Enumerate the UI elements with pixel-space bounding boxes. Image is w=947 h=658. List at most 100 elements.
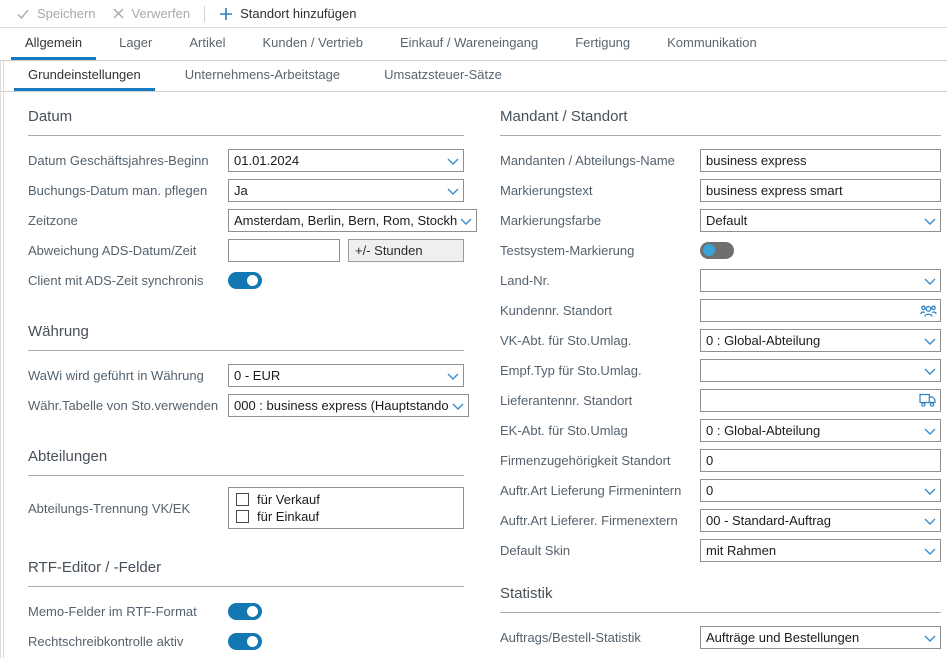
tab-lager[interactable]: Lager — [105, 28, 166, 60]
order-statistics-dropdown[interactable]: Aufträge und Bestellungen — [700, 626, 941, 649]
ads-offset-input[interactable] — [228, 239, 340, 262]
section-title-statistik: Statistik — [500, 585, 941, 613]
field-row-ek-abt: EK-Abt. für Sto.Umlag 0 : Global-Abteilu… — [500, 415, 941, 445]
truck-icon[interactable] — [919, 393, 937, 408]
supplier-number-input[interactable] — [700, 389, 941, 412]
purchase-department-dropdown[interactable]: 0 : Global-Abteilung — [700, 419, 941, 442]
country-number-dropdown[interactable] — [700, 269, 941, 292]
checkbox-row-verkauf: für Verkauf — [236, 492, 456, 507]
company-affiliation-input[interactable] — [700, 449, 941, 472]
field-label: Markierungsfarbe — [500, 213, 700, 228]
chevron-down-icon — [924, 278, 936, 285]
fiscal-year-start-dropdown[interactable]: 01.01.2024 — [228, 149, 464, 172]
field-row-vk-abt: VK-Abt. für Sto.Umlag. 0 : Global-Abteil… — [500, 325, 941, 355]
internal-order-type-dropdown[interactable]: 0 — [700, 479, 941, 502]
verkauf-checkbox[interactable] — [236, 493, 249, 506]
tab-allgemein[interactable]: Allgemein — [11, 28, 96, 60]
add-location-button-label: Standort hinzufügen — [240, 6, 356, 21]
section-title-waehrung: Währung — [28, 323, 464, 351]
tab-fertigung[interactable]: Fertigung — [561, 28, 644, 60]
field-row-rechtschreib-aktiv: Rechtschreibkontrolle aktiv — [28, 626, 464, 656]
chevron-down-icon — [924, 218, 936, 225]
department-split-checkbox-group: für Verkauf für Einkauf — [228, 487, 464, 529]
dropdown-value: Default — [706, 213, 761, 228]
tab-grundeinstellungen[interactable]: Grundeinstellungen — [14, 61, 155, 91]
toolbar: Speichern Verwerfen Standort hinzufügen — [0, 0, 947, 28]
tab-kommunikation[interactable]: Kommunikation — [653, 28, 771, 60]
check-icon — [16, 7, 30, 21]
field-row-wawi-waehrung: WaWi wird geführt in Währung 0 - EUR — [28, 360, 464, 390]
section-title-mandant: Mandant / Standort — [500, 108, 941, 136]
field-label: Zeitzone — [28, 213, 228, 228]
field-row-abteilungs-trennung: Abteilungs-Trennung VK/EK für Verkauf fü… — [28, 485, 464, 531]
default-skin-dropdown[interactable]: mit Rahmen — [700, 539, 941, 562]
tab-umsatzsteuer-saetze[interactable]: Umsatzsteuer-Sätze — [370, 61, 516, 91]
field-row-firmenzugehoerigkeit: Firmenzugehörigkeit Standort — [500, 445, 941, 475]
external-order-type-dropdown[interactable]: 00 - Standard-Auftrag — [700, 509, 941, 532]
currency-table-dropdown[interactable]: 000 : business express (Hauptstando — [228, 394, 469, 417]
company-affiliation-input-field[interactable] — [706, 453, 935, 468]
field-label: Land-Nr. — [500, 273, 700, 288]
chevron-down-icon — [924, 428, 936, 435]
discard-button[interactable]: Verwerfen — [104, 0, 199, 27]
memo-rtf-toggle[interactable] — [228, 603, 262, 620]
field-row-kundennr: Kundennr. Standort — [500, 295, 941, 325]
marker-color-dropdown[interactable]: Default — [700, 209, 941, 232]
chevron-down-icon — [460, 218, 472, 225]
field-label: Rechtschreibkontrolle aktiv — [28, 634, 228, 649]
dropdown-value: 0 — [706, 483, 727, 498]
spellcheck-active-toggle[interactable] — [228, 633, 262, 650]
timezone-dropdown[interactable]: Amsterdam, Berlin, Bern, Rom, Stockh — [228, 209, 477, 232]
field-row-zeitzone: Zeitzone Amsterdam, Berlin, Bern, Rom, S… — [28, 205, 464, 235]
tab-artikel[interactable]: Artikel — [175, 28, 239, 60]
field-row-markierungsfarbe: Markierungsfarbe Default — [500, 205, 941, 235]
section-rtf: RTF-Editor / -Felder Memo-Felder im RTF-… — [28, 559, 464, 658]
field-label: Default Skin — [500, 543, 700, 558]
field-label: Auftr.Art Lieferung Firmenintern — [500, 483, 700, 498]
chevron-down-icon — [447, 373, 459, 380]
client-name-input-field[interactable] — [706, 153, 935, 168]
marker-text-input[interactable] — [700, 179, 941, 202]
chevron-down-icon — [924, 518, 936, 525]
einkauf-checkbox[interactable] — [236, 510, 249, 523]
chevron-down-icon — [447, 158, 459, 165]
section-waehrung: Währung WaWi wird geführt in Währung 0 -… — [28, 323, 464, 420]
field-row-memo-rtf: Memo-Felder im RTF-Format — [28, 596, 464, 626]
currency-dropdown[interactable]: 0 - EUR — [228, 364, 464, 387]
save-button-label: Speichern — [37, 6, 96, 21]
marker-text-input-field[interactable] — [706, 183, 935, 198]
ads-offset-input-field[interactable] — [234, 243, 334, 258]
save-button[interactable]: Speichern — [8, 0, 104, 27]
test-system-toggle[interactable] — [700, 242, 734, 259]
checkbox-label: für Verkauf — [257, 492, 320, 507]
customer-number-input[interactable] — [700, 299, 941, 322]
field-label: Buchungs-Datum man. pflegen — [28, 183, 228, 198]
posting-date-dropdown[interactable]: Ja — [228, 179, 464, 202]
sales-department-dropdown[interactable]: 0 : Global-Abteilung — [700, 329, 941, 352]
tab-kunden-vertrieb[interactable]: Kunden / Vertrieb — [248, 28, 376, 60]
field-row-land-nr: Land-Nr. — [500, 265, 941, 295]
section-abteilungen: Abteilungen Abteilungs-Trennung VK/EK fü… — [28, 448, 464, 531]
right-column: Mandant / Standort Mandanten / Abteilung… — [500, 100, 941, 652]
field-label: EK-Abt. für Sto.Umlag — [500, 423, 700, 438]
field-row-empf-typ: Empf.Typ für Sto.Umlag. — [500, 355, 941, 385]
field-row-default-skin: Default Skin mit Rahmen — [500, 535, 941, 565]
receiver-type-dropdown[interactable] — [700, 359, 941, 382]
panel-left-edge — [0, 61, 4, 658]
tab-unternehmens-arbeitstage[interactable]: Unternehmens-Arbeitstage — [171, 61, 354, 91]
client-name-input[interactable] — [700, 149, 941, 172]
toggle-knob — [703, 244, 715, 256]
customers-icon[interactable] — [920, 303, 937, 320]
add-location-button[interactable]: Standort hinzufügen — [211, 0, 364, 27]
customer-number-input-field[interactable] — [706, 303, 935, 318]
secondary-tab-bar: Grundeinstellungen Unternehmens-Arbeitst… — [0, 61, 947, 92]
dropdown-value: 000 : business express (Hauptstando — [234, 398, 463, 413]
supplier-number-input-field[interactable] — [706, 393, 935, 408]
ads-sync-toggle[interactable] — [228, 272, 262, 289]
checkbox-row-einkauf: für Einkauf — [236, 509, 456, 524]
tab-einkauf-wareneingang[interactable]: Einkauf / Wareneingang — [386, 28, 552, 60]
section-title-datum: Datum — [28, 108, 464, 136]
field-row-markierungstext: Markierungstext — [500, 175, 941, 205]
field-label: Testsystem-Markierung — [500, 243, 700, 258]
field-label: Mandanten / Abteilungs-Name — [500, 153, 700, 168]
